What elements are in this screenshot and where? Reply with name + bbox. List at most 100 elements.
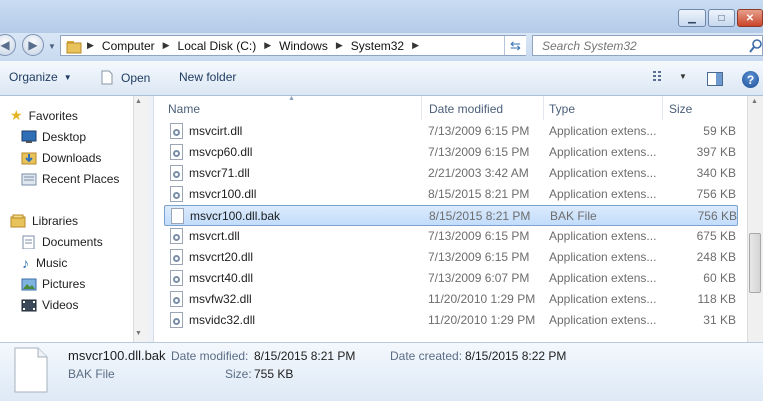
nav-libraries-label: Libraries [32,213,79,228]
column-divider[interactable] [421,96,422,120]
details-size-value: 755 KB [254,367,294,381]
nav-favorites-label: Favorites [28,108,78,123]
nav-item-documents[interactable]: Documents [0,231,134,252]
file-name: msvcirt.dll [189,124,243,138]
table-row[interactable]: msvcrt40.dll 7/13/2009 6:07 PM Application… [164,268,738,289]
breadcrumb-local-disk[interactable]: Local Disk (C:) [174,39,261,53]
nav-scrollbar[interactable] [133,96,148,342]
file-size: 248 KB [696,250,736,264]
file-date: 11/20/2010 1:29 PM [428,313,536,327]
chevron-down-icon: ▼ [48,42,56,51]
file-date: 7/13/2009 6:15 PM [428,145,530,159]
open-label: Open [121,70,151,85]
table-row[interactable]: msvcr71.dll 2/21/2003 3:42 AM Application … [164,163,738,184]
file-type: Application extens... [549,124,657,138]
nav-item-downloads[interactable]: Downloads [0,147,134,168]
refresh-icon: ⇆ [510,37,521,53]
file-type: Application extens... [549,145,657,159]
back-arrow-icon: ◀ [0,38,10,52]
nav-item-videos[interactable]: Videos [0,294,134,315]
organize-button[interactable]: Organize ▼ [9,70,72,84]
forward-arrow-icon: ▶ [28,38,38,52]
file-list-scrollbar[interactable] [747,96,763,342]
breadcrumb-separator[interactable]: ▶ [408,40,423,51]
help-icon: ? [746,72,755,87]
table-row[interactable]: msvcrt20.dll 7/13/2009 6:15 PM Application… [164,247,738,268]
nav-item-label: Downloads [42,150,102,165]
search-icon[interactable] [748,38,762,53]
dll-file-icon [170,249,183,265]
file-type: Application extens... [549,271,657,285]
desktop-icon [21,130,37,143]
refresh-button[interactable]: ⇆ [504,36,526,55]
table-row[interactable]: msvcp60.dll 7/13/2009 6:15 PM Application … [164,142,738,163]
table-row-selected[interactable]: msvcr100.dll.bak 8/15/2015 8:21 PM BAK Fil… [164,205,738,226]
file-size: 59 KB [703,124,736,138]
nav-item-recent-places[interactable]: Recent Places [0,168,134,189]
breadcrumb-separator[interactable]: ▶ [83,40,98,51]
open-button[interactable]: Open [101,70,150,85]
column-header-type[interactable]: Type [549,99,575,119]
file-name: msvcp60.dll [189,145,253,159]
column-header-date-modified[interactable]: Date modified [429,99,503,119]
table-row[interactable]: msvcirt.dll 7/13/2009 6:15 PM Application … [164,121,738,142]
scroll-up-icon[interactable]: ▲ [135,98,142,105]
table-row[interactable]: msvidc32.dll 11/20/2010 1:29 PM Applicatio… [164,310,738,331]
dll-file-icon [170,228,183,244]
breadcrumb-separator[interactable]: ▶ [260,40,275,51]
file-name: msvcr100.dll [189,187,257,201]
breadcrumb-separator[interactable]: ▶ [159,40,174,51]
file-size: 60 KB [703,271,736,285]
close-button[interactable]: ✕ [737,9,763,27]
column-divider[interactable] [662,96,663,120]
file-name: msvcrt40.dll [189,271,254,285]
table-row[interactable]: msvfw32.dll 11/20/2010 1:29 PM Application… [164,289,738,310]
change-view-button[interactable]: ▼ [653,70,687,82]
file-name: msvcr71.dll [189,166,250,180]
preview-pane-button[interactable] [707,72,723,89]
nav-favorites[interactable]: ★ Favorites [0,105,134,126]
forward-button[interactable]: ▶ [22,34,44,56]
nav-item-label: Documents [42,234,103,249]
nav-libraries[interactable]: Libraries [0,210,134,231]
nav-item-music[interactable]: ♪ Music [0,252,134,273]
details-file-name: msvcr100.dll.bak [68,348,166,363]
table-row[interactable]: msvcr100.dll 8/15/2015 8:21 PM Application… [164,184,738,205]
search-box[interactable] [532,35,763,56]
breadcrumb-separator[interactable]: ▶ [332,40,347,51]
breadcrumb-system32[interactable]: System32 [347,39,408,53]
search-input[interactable] [540,37,735,54]
dll-file-icon [170,312,183,328]
nav-item-desktop[interactable]: Desktop [0,126,134,147]
sort-ascending-icon: ▲ [288,95,295,102]
breadcrumb-computer[interactable]: Computer [98,39,159,53]
help-button[interactable]: ? [742,71,759,88]
nav-item-label: Desktop [42,129,87,144]
scroll-up-icon[interactable]: ▲ [751,98,758,105]
scroll-down-icon[interactable]: ▼ [135,330,142,337]
file-thumbnail-icon [14,347,48,393]
minimize-button[interactable]: ▁ [678,9,706,27]
videos-icon [21,299,37,311]
new-folder-button[interactable]: New folder [179,70,236,84]
details-modified-label: Date modified: [171,349,249,363]
file-date: 8/15/2015 8:21 PM [429,209,531,223]
file-name: msvidc32.dll [189,313,256,327]
file-size: 31 KB [703,313,736,327]
column-divider[interactable] [543,96,544,120]
address-bar[interactable]: ▶ Computer ▶ Local Disk (C:) ▶ Windows ▶… [60,35,526,56]
table-row[interactable]: msvcrt.dll 7/13/2009 6:15 PM Application e… [164,226,738,247]
file-type: Application extens... [549,166,657,180]
breadcrumb-windows[interactable]: Windows [275,39,332,53]
file-type: Application extens... [549,292,657,306]
nav-item-pictures[interactable]: Pictures [0,273,134,294]
scrollbar-thumb[interactable] [749,233,761,293]
recent-pages-dropdown[interactable]: ▼ [48,42,56,51]
column-header-size[interactable]: Size [669,99,692,119]
nav-item-label: Recent Places [42,171,120,186]
file-size: 397 KB [696,145,736,159]
column-header-name[interactable]: Name [168,99,200,119]
title-bar [0,0,763,33]
maximize-button[interactable]: □ [708,9,735,27]
recent-places-icon [21,173,37,185]
